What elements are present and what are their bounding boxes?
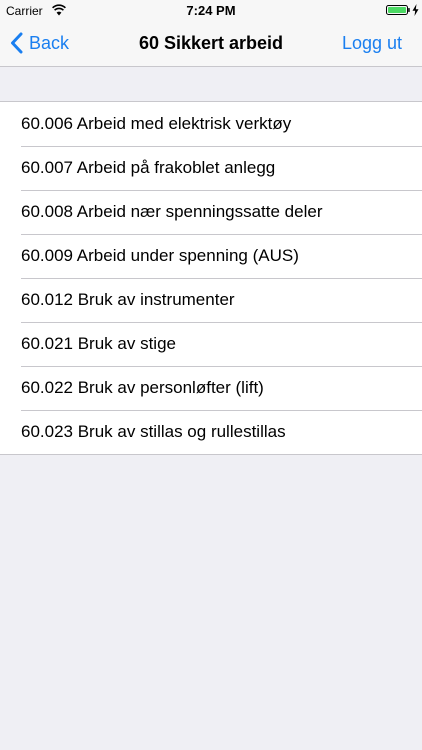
list-item[interactable]: 60.012 Bruk av instrumenter [0, 278, 422, 322]
navigation-bar: Back 60 Sikkert arbeid Logg ut [0, 20, 422, 67]
battery-icon [386, 5, 410, 15]
list-item[interactable]: 60.009 Arbeid under spenning (AUS) [0, 234, 422, 278]
list-item[interactable]: 60.021 Bruk av stige [0, 322, 422, 366]
list-item[interactable]: 60.008 Arbeid nær spenningssatte deler [0, 190, 422, 234]
status-time: 7:24 PM [186, 3, 236, 18]
topic-list: 60.006 Arbeid med elektrisk verktøy 60.0… [0, 101, 422, 455]
list-item[interactable]: 60.022 Bruk av personløfter (lift) [0, 366, 422, 410]
list-item[interactable]: 60.006 Arbeid med elektrisk verktøy [0, 102, 422, 146]
status-bar: Carrier 7:24 PM [0, 0, 422, 20]
list-item[interactable]: 60.023 Bruk av stillas og rullestillas [0, 410, 422, 454]
list-item[interactable]: 60.007 Arbeid på frakoblet anlegg [0, 146, 422, 190]
logout-button[interactable]: Logg ut [342, 20, 402, 66]
charging-bolt-icon [412, 4, 419, 16]
